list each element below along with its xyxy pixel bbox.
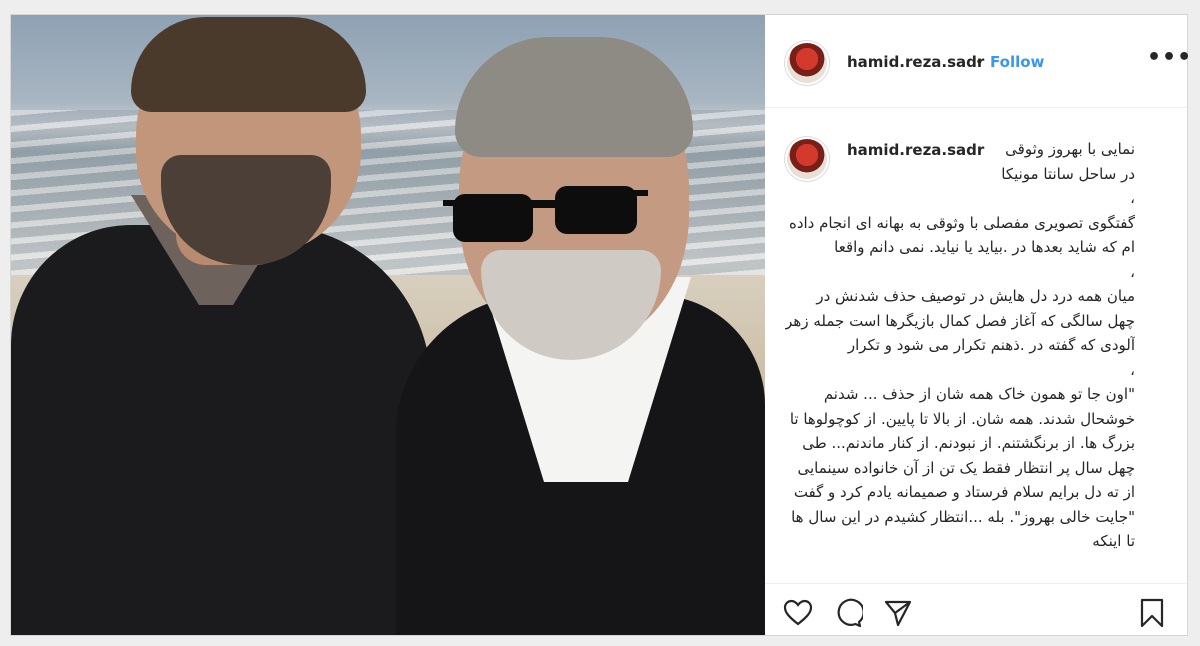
action-bar <box>765 583 1187 636</box>
right-man-hair <box>455 37 693 157</box>
follow-button[interactable]: Follow <box>990 53 1044 71</box>
post-side-panel: hamid.reza.sadr • Follow ••• نمایی با به… <box>765 15 1191 636</box>
comment-bubble-icon[interactable] <box>833 598 863 628</box>
post-header: hamid.reza.sadr • Follow ••• <box>765 15 1191 108</box>
caption-text: نمایی با بهروز وثوقی در ساحل سانتا مونیک… <box>785 137 1135 583</box>
separator-dot: • <box>975 53 984 71</box>
username-link[interactable]: hamid.reza.sadr <box>847 53 984 71</box>
heart-icon[interactable] <box>783 598 813 628</box>
left-man-hair <box>131 17 366 112</box>
bookmark-icon[interactable] <box>1137 598 1167 628</box>
avatar[interactable] <box>787 43 827 83</box>
instagram-post-frame: hamid.reza.sadr • Follow ••• نمایی با به… <box>10 14 1191 636</box>
sunglasses-icon <box>443 186 648 242</box>
more-dots-icon[interactable]: ••• <box>1147 45 1192 70</box>
caption-body: ، گفتگوی تصویری مفصلی با وثوقی به بهانه … <box>785 189 1135 550</box>
caption-first-lines: نمایی با بهروز وثوقی در ساحل سانتا مونیک… <box>1001 140 1135 183</box>
paper-plane-icon[interactable] <box>883 598 913 628</box>
caption-username-link[interactable]: hamid.reza.sadr <box>847 141 984 159</box>
post-photo[interactable] <box>11 15 765 635</box>
